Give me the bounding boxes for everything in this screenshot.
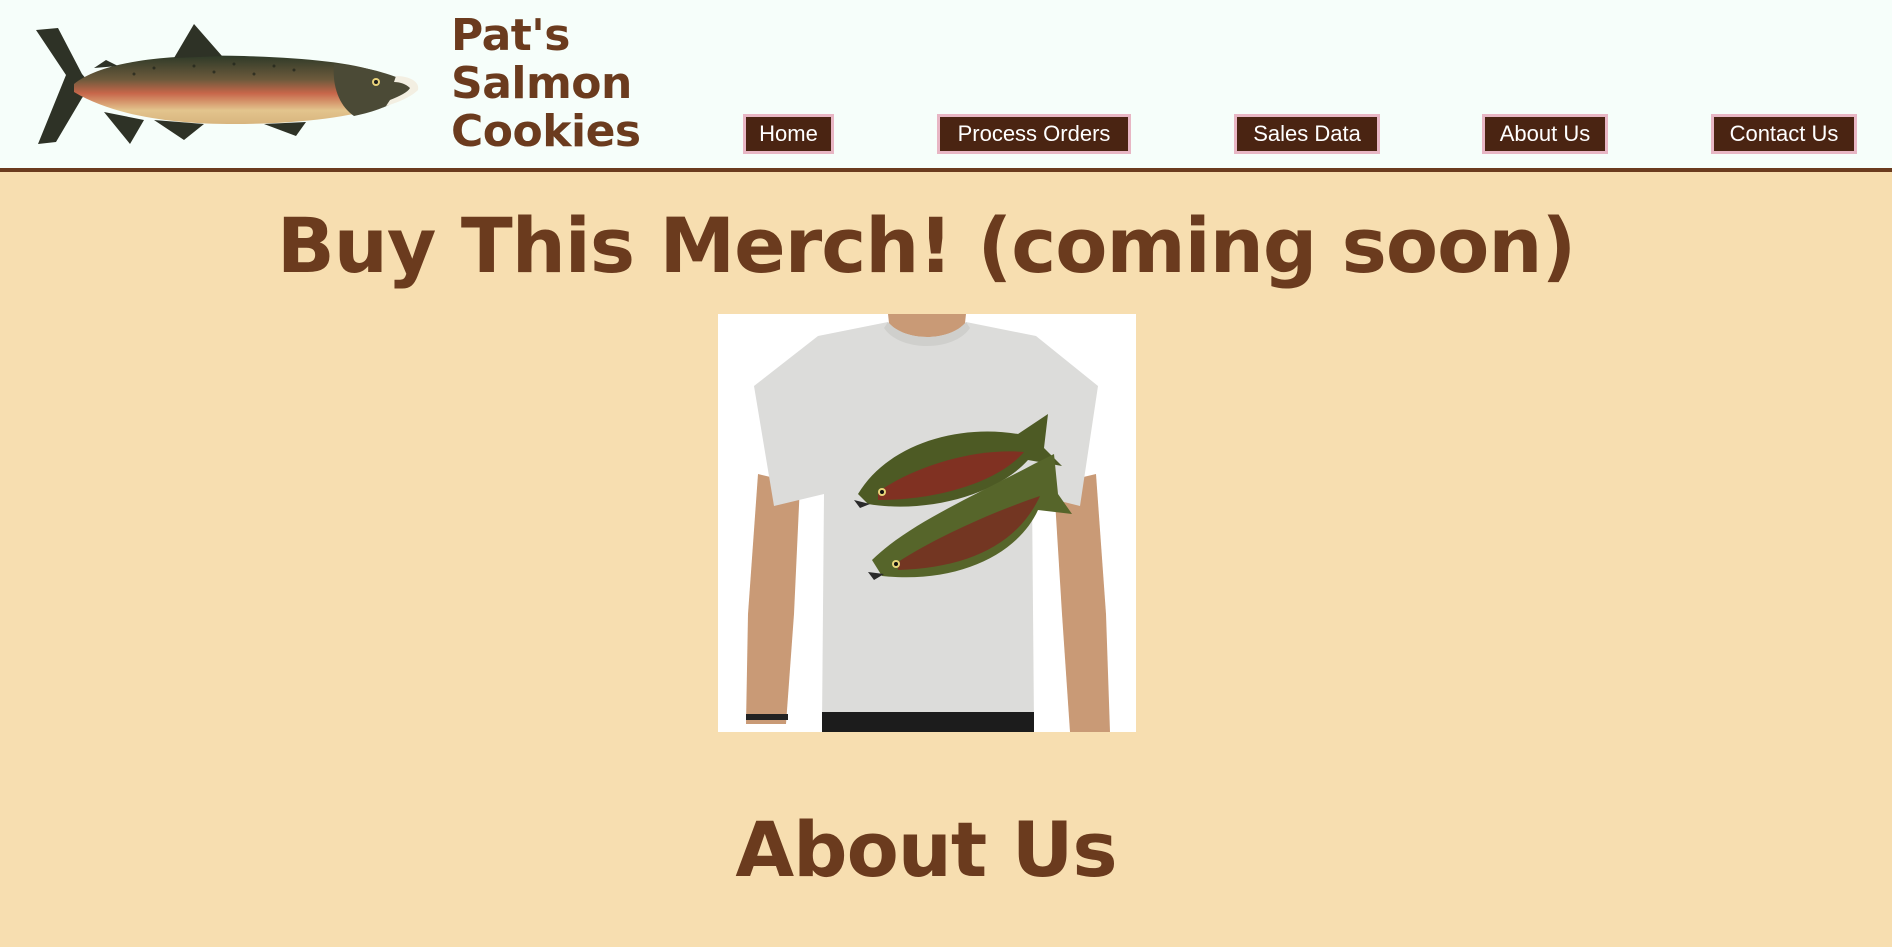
salmon-tshirt-illustration <box>746 314 1110 732</box>
brand-name: Pat's Salmon Cookies <box>451 12 641 156</box>
brand-line-1: Pat's <box>451 10 570 61</box>
salmon-logo-icon <box>36 24 419 144</box>
nav-home-button[interactable]: Home <box>743 114 834 154</box>
about-us-heading: About Us <box>735 805 1117 894</box>
merch-heading: Buy This Merch! (coming soon) <box>276 201 1576 290</box>
nav-sales-data-button[interactable]: Sales Data <box>1234 114 1380 154</box>
nav-process-orders-button[interactable]: Process Orders <box>937 114 1131 154</box>
brand-line-3: Cookies <box>451 106 641 157</box>
brand-line-2: Salmon <box>451 58 632 109</box>
nav-contact-us-button[interactable]: Contact Us <box>1711 114 1857 154</box>
site-header: Pat's Salmon Cookies Home Process Orders… <box>0 0 1892 172</box>
merch-tshirt-image <box>718 314 1136 732</box>
nav-about-us-button[interactable]: About Us <box>1482 114 1608 154</box>
